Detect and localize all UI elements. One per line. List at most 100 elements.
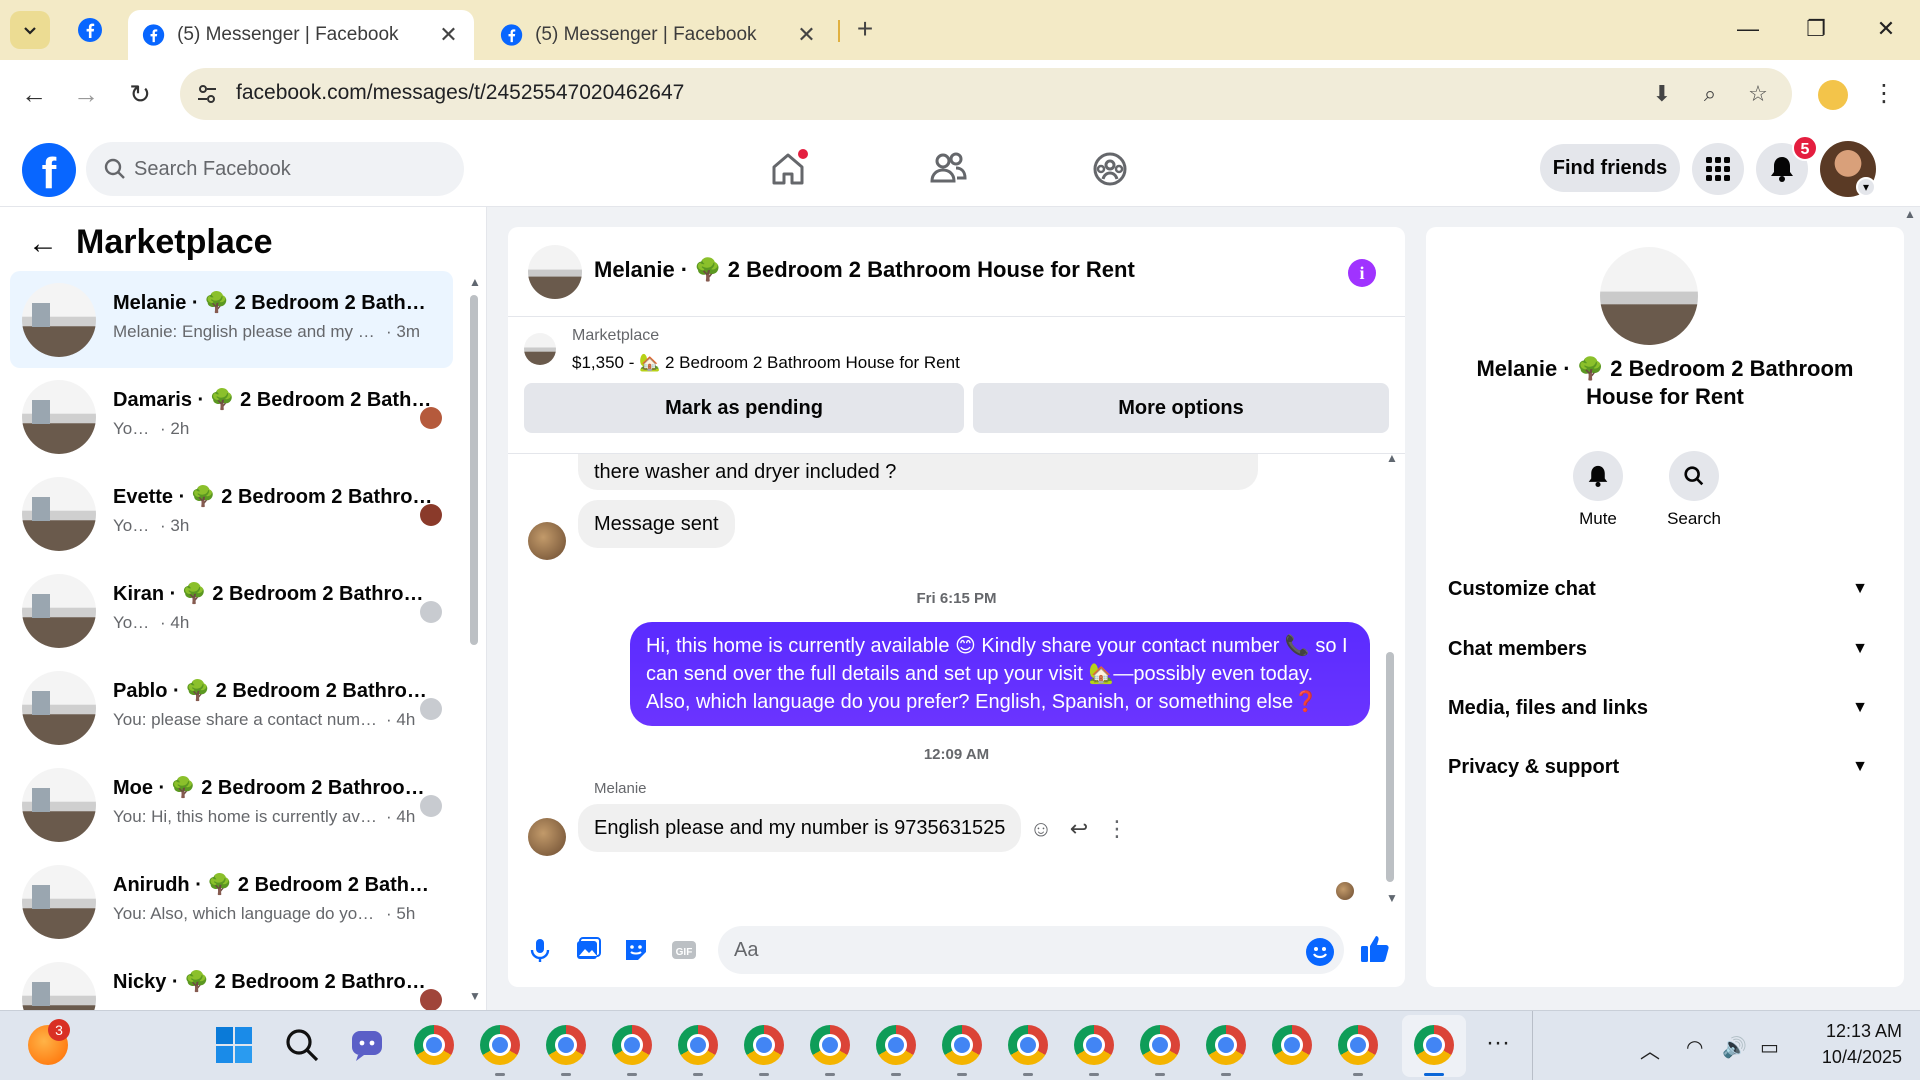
more-actions-icon[interactable]: ⋮ (1104, 816, 1130, 842)
tab-messenger-active[interactable]: (5) Messenger | Facebook ✕ (128, 10, 474, 60)
contact-avatar[interactable] (1600, 247, 1698, 345)
facebook-logo[interactable]: f (22, 143, 76, 198)
scroll-down-arrow[interactable]: ▼ (1386, 891, 1398, 905)
tab-messenger[interactable]: (5) Messenger | Facebook ✕ (486, 10, 832, 60)
volume-icon[interactable]: 🔊 (1722, 1035, 1747, 1060)
mute-button[interactable]: Mute (1558, 451, 1638, 529)
chrome-icon-active[interactable] (1414, 1025, 1454, 1065)
chevron-up-icon[interactable]: ︿ (1640, 1035, 1660, 1064)
thumbs-up-icon[interactable] (1358, 932, 1392, 966)
chrome-icon[interactable] (546, 1025, 586, 1065)
extension-icon[interactable] (1818, 80, 1848, 110)
close-icon[interactable]: ✕ (437, 22, 460, 48)
pinned-tab-facebook[interactable] (70, 14, 110, 46)
message-input[interactable] (718, 926, 1344, 974)
clock-time[interactable]: 12:13 AM (1790, 1021, 1902, 1042)
chrome-icon[interactable] (744, 1025, 784, 1065)
conversation-item[interactable]: Kiran · 🌳 2 Bedroom 2 Bathroom House for… (10, 562, 453, 659)
chrome-icon[interactable] (876, 1025, 916, 1065)
chevron-down-icon[interactable]: ▾ (1856, 177, 1876, 197)
chrome-icon[interactable] (810, 1025, 850, 1065)
sender-avatar[interactable] (528, 522, 566, 560)
conversation-item[interactable]: Damaris · 🌳 2 Bedroom 2 Bathroom House f… (10, 368, 453, 465)
listing-price-title[interactable]: $1,350 - 🏡 2 Bedroom 2 Bathroom House fo… (572, 353, 960, 373)
minimize-button[interactable]: — (1728, 14, 1768, 44)
zoom-icon[interactable]: ⌕ (1696, 80, 1724, 108)
chrome-icon[interactable] (414, 1025, 454, 1065)
scroll-up-arrow[interactable]: ▲ (469, 275, 481, 289)
media-files-links-section[interactable]: Media, files and links ▼ (1448, 688, 1868, 728)
chat-title[interactable]: Melanie · 🌳 2 Bedroom 2 Bathroom House f… (594, 257, 1135, 283)
chrome-icon[interactable] (678, 1025, 718, 1065)
close-icon[interactable]: ✕ (795, 22, 818, 48)
sticker-icon[interactable] (620, 934, 652, 966)
wifi-icon[interactable]: ◠ (1686, 1035, 1703, 1060)
microphone-icon[interactable] (524, 934, 556, 966)
conversation-item[interactable]: Nicky · 🌳 2 Bedroom 2 Bathroom House for… (10, 950, 453, 1010)
chrome-icon[interactable] (942, 1025, 982, 1065)
restore-button[interactable]: ❐ (1796, 14, 1836, 44)
chat-members-section[interactable]: Chat members ▼ (1448, 629, 1868, 669)
chrome-icon[interactable] (1008, 1025, 1048, 1065)
back-button[interactable]: ← (16, 76, 52, 112)
privacy-support-section[interactable]: Privacy & support ▼ (1448, 747, 1868, 787)
scroll-up-arrow[interactable]: ▲ (1386, 451, 1398, 465)
browser-menu-button[interactable]: ⋮ (1872, 78, 1896, 110)
find-friends-button[interactable]: Find friends (1540, 144, 1680, 192)
tab-search-button[interactable] (10, 11, 50, 49)
react-emoji-icon[interactable]: ☺ (1028, 816, 1054, 842)
friends-icon[interactable] (926, 147, 970, 191)
battery-icon[interactable]: ▭ (1760, 1035, 1779, 1060)
search-in-chat-button[interactable]: Search (1654, 451, 1734, 529)
chrome-icon[interactable] (1272, 1025, 1312, 1065)
message-bubble-incoming[interactable]: there washer and dryer included ? (578, 454, 1258, 490)
listing-thumbnail[interactable] (524, 333, 556, 365)
customize-chat-section[interactable]: Customize chat ▼ (1448, 569, 1868, 609)
page-scroll-up-arrow[interactable]: ▲ (1904, 207, 1916, 221)
site-settings-icon[interactable] (194, 81, 220, 107)
message-bubble-outgoing[interactable]: Hi, this home is currently available 😊 K… (630, 622, 1370, 726)
chrome-icon[interactable] (1206, 1025, 1246, 1065)
groups-icon[interactable] (1088, 147, 1132, 191)
sender-avatar[interactable] (528, 818, 566, 856)
message-sent-bubble[interactable]: Message sent (578, 500, 735, 548)
left-scrollbar[interactable] (470, 295, 478, 645)
scroll-down-arrow[interactable]: ▼ (469, 989, 481, 1003)
star-icon[interactable]: ☆ (1744, 80, 1772, 108)
forward-button[interactable]: → (68, 76, 104, 112)
address-bar[interactable]: facebook.com/messages/t/2452554702046264… (180, 68, 1792, 120)
menu-button[interactable] (1692, 143, 1744, 195)
search-input[interactable] (134, 152, 444, 186)
chrome-icon[interactable] (1074, 1025, 1114, 1065)
chat-avatar[interactable] (528, 245, 582, 299)
reply-icon[interactable]: ↩ (1066, 816, 1092, 842)
window-close-button[interactable]: ✕ (1866, 14, 1906, 44)
chrome-icon[interactable] (1140, 1025, 1180, 1065)
gif-icon[interactable]: GIF (668, 934, 700, 966)
chrome-icon[interactable] (480, 1025, 520, 1065)
search-icon[interactable] (282, 1025, 322, 1065)
conversation-item[interactable]: Melanie · 🌳 2 Bedroom 2 Bathroom House f… (10, 271, 453, 368)
install-icon[interactable]: ⬇ (1648, 80, 1676, 108)
more-options-button[interactable]: More options (973, 383, 1389, 433)
photo-icon[interactable] (572, 934, 604, 966)
back-arrow-icon[interactable]: ← (28, 229, 58, 259)
chrome-icon[interactable] (1338, 1025, 1378, 1065)
message-bubble-incoming[interactable]: English please and my number is 97356315… (578, 804, 1022, 852)
conversation-item[interactable]: Moe · 🌳 2 Bedroom 2 Bathroom House for R… (10, 756, 453, 853)
chrome-icon[interactable] (612, 1025, 652, 1065)
windows-start-icon[interactable] (214, 1025, 254, 1065)
emoji-icon[interactable] (1306, 938, 1334, 966)
conversation-item[interactable]: Anirudh · 🌳 2 Bedroom 2 Bathroom House f… (10, 853, 453, 950)
mark-as-pending-button[interactable]: Mark as pending (524, 383, 964, 433)
info-icon[interactable]: i (1348, 259, 1376, 287)
facebook-search[interactable] (86, 142, 464, 196)
overflow-more-icon[interactable]: ··· (1486, 1029, 1510, 1057)
teams-chat-icon[interactable] (348, 1025, 388, 1065)
clock-date[interactable]: 10/4/2025 (1790, 1047, 1902, 1068)
reload-button[interactable]: ↻ (122, 76, 158, 112)
conversation-item[interactable]: Evette · 🌳 2 Bedroom 2 Bathroom House fo… (10, 465, 453, 562)
new-tab-button[interactable]: + (850, 14, 880, 44)
conversation-item[interactable]: Pablo · 🌳 2 Bedroom 2 Bathroom House for… (10, 659, 453, 756)
chat-scrollbar[interactable] (1386, 652, 1394, 882)
